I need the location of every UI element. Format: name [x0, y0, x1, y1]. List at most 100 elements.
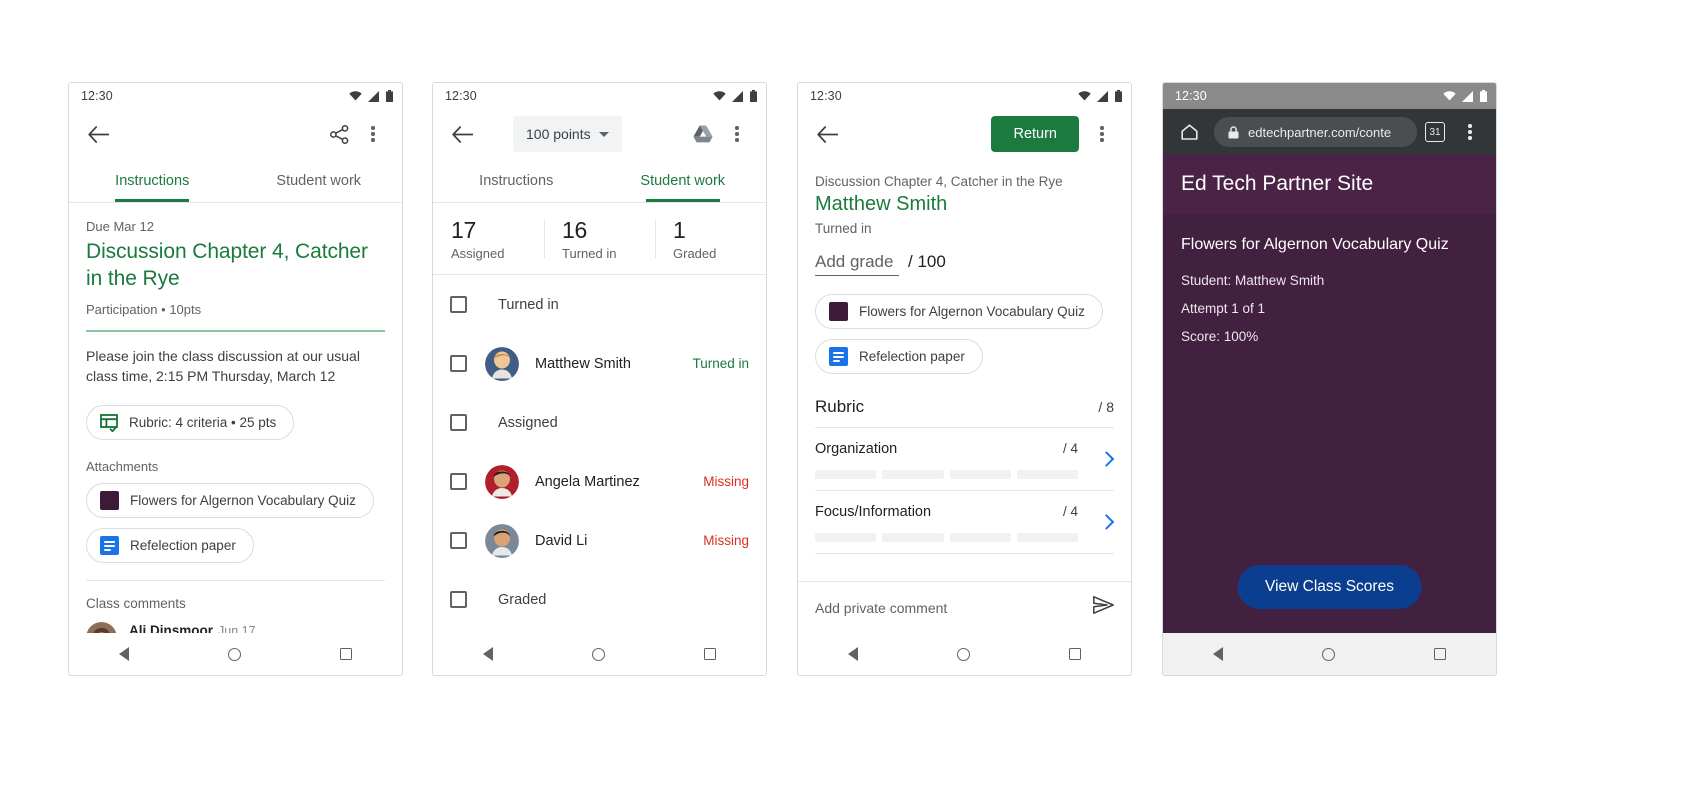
table-row[interactable]: Angela Martinez Missing: [433, 452, 766, 511]
group-row-assigned[interactable]: Assigned: [433, 393, 766, 452]
group-row-turned-in[interactable]: Turned in: [433, 275, 766, 334]
result-student: Student: Matthew Smith: [1181, 273, 1325, 288]
status-icons: [1078, 90, 1122, 102]
android-nav-bar: [1163, 633, 1496, 675]
student-name: Angela Martinez: [535, 473, 640, 490]
rubric-header: Rubric / 8: [815, 397, 1114, 428]
assignment-name: Discussion Chapter 4, Catcher in the Rye: [815, 174, 1063, 189]
send-icon: [1093, 596, 1114, 614]
tab-count-button[interactable]: 31: [1425, 122, 1445, 142]
tab-student-work[interactable]: Student work: [236, 159, 403, 202]
rubric-title: Rubric: [815, 397, 865, 416]
address-bar[interactable]: edtechpartner.com/conte: [1214, 117, 1417, 147]
checkbox[interactable]: [450, 473, 467, 490]
assignment-title: Discussion Chapter 4, Catcher in the Rye: [86, 240, 368, 290]
share-button[interactable]: [322, 117, 356, 151]
nav-recents-icon[interactable]: [340, 648, 353, 660]
student-work-body: 17 Assigned 16 Turned in 1 Graded Turned…: [433, 203, 766, 633]
checkbox[interactable]: [450, 296, 467, 313]
avatar: [485, 523, 519, 558]
criterion-name: Organization: [815, 441, 898, 457]
status-bar: 12:30: [1163, 83, 1496, 109]
chevron-down-icon: [598, 131, 609, 137]
drive-button[interactable]: [686, 117, 720, 151]
checkbox[interactable]: [450, 532, 467, 549]
signal-icon: [732, 90, 743, 102]
view-class-scores-button[interactable]: View Class Scores: [1237, 565, 1422, 609]
nav-back-icon[interactable]: [1212, 647, 1223, 661]
comment-content: Ali DinsmoorJun 17 Don't forget to look …: [129, 622, 338, 633]
attachment-quiz[interactable]: Flowers for Algernon Vocabulary Quiz: [815, 294, 1114, 329]
attachment-label: Flowers for Algernon Vocabulary Quiz: [859, 304, 1085, 319]
avatar-image: [485, 464, 519, 499]
status-badge: Missing: [703, 474, 749, 489]
nav-recents-icon[interactable]: [1434, 648, 1447, 660]
attachments-label: Attachments: [86, 459, 159, 475]
status-badge: Missing: [703, 533, 749, 548]
nav-recents-icon[interactable]: [704, 648, 717, 660]
url-text: edtechpartner.com/conte: [1248, 124, 1392, 140]
attachment-doc[interactable]: Refelection paper: [815, 339, 1114, 374]
more-options-button[interactable]: [356, 117, 390, 151]
nav-back-icon[interactable]: [118, 647, 129, 661]
checkbox[interactable]: [450, 355, 467, 372]
status-bar: 12:30: [69, 83, 402, 109]
criterion-level-bars: [815, 533, 1114, 542]
tab-student-work[interactable]: Student work: [600, 159, 767, 202]
rubric-total: / 8: [1098, 399, 1114, 415]
back-button[interactable]: [445, 117, 479, 151]
private-comment-input[interactable]: Add private comment: [815, 600, 947, 616]
kebab-icon: [371, 126, 375, 142]
return-button[interactable]: Return: [991, 116, 1079, 152]
battery-icon: [1115, 90, 1122, 102]
stat-graded: 1 Graded: [655, 217, 766, 261]
send-button[interactable]: [1093, 596, 1114, 619]
nav-home-icon[interactable]: [227, 647, 241, 661]
phone-instructions: 12:30 Instructions Student work Due Mar …: [68, 82, 403, 676]
stat-label: Graded: [673, 246, 717, 261]
nav-back-icon[interactable]: [482, 647, 493, 661]
rubric-criterion[interactable]: Organization / 4: [815, 428, 1115, 491]
tab-instructions[interactable]: Instructions: [69, 159, 236, 202]
tab-instructions[interactable]: Instructions: [433, 159, 600, 202]
status-bar: 12:30: [433, 83, 766, 109]
home-button[interactable]: [1172, 115, 1206, 149]
screenshot-stage: 12:30 Instructions Student work Due Mar …: [0, 0, 1698, 812]
back-button[interactable]: [810, 117, 844, 151]
attachment-doc[interactable]: Refelection paper: [86, 528, 385, 564]
table-row[interactable]: Matthew Smith Turned in: [433, 334, 766, 393]
google-docs-icon: [829, 347, 848, 366]
nav-back-icon[interactable]: [847, 647, 858, 661]
comment-author-line: Ali Dinsmoor Jun 17: [129, 622, 338, 633]
nav-home-icon[interactable]: [591, 647, 605, 661]
assignment-description: Please join the class discussion at our …: [86, 347, 360, 385]
more-options-button[interactable]: [720, 117, 754, 151]
kebab-icon: [735, 126, 739, 142]
status-icons: [1443, 90, 1487, 102]
nav-home-icon[interactable]: [956, 647, 970, 661]
result-attempt: Attempt 1 of 1: [1181, 301, 1266, 316]
student-name: David Li: [535, 532, 588, 549]
browser-menu-button[interactable]: [1453, 115, 1487, 149]
grade-input[interactable]: Add grade: [815, 252, 899, 276]
rubric-criterion[interactable]: Focus/Information / 4: [815, 491, 1115, 554]
nav-recents-icon[interactable]: [1069, 648, 1082, 660]
page-heading: Flowers for Algernon Vocabulary Quiz: [1181, 236, 1449, 253]
purple-square-icon: [100, 491, 119, 511]
rubric-chip-row: Rubric: 4 criteria • 25 pts: [86, 405, 385, 441]
attachment-chip: Refelection paper: [815, 339, 983, 374]
checkbox[interactable]: [450, 591, 467, 608]
signal-icon: [1462, 90, 1473, 102]
points-selector[interactable]: 100 points: [513, 116, 622, 152]
more-options-button[interactable]: [1085, 117, 1119, 151]
nav-home-icon[interactable]: [1321, 647, 1335, 661]
table-row[interactable]: David Li Missing: [433, 511, 766, 570]
google-drive-icon: [693, 125, 713, 143]
group-row-graded[interactable]: Graded: [433, 570, 766, 629]
wifi-icon: [349, 91, 362, 101]
back-button[interactable]: [81, 117, 115, 151]
rubric-chip[interactable]: Rubric: 4 criteria • 25 pts: [86, 405, 295, 441]
status-time: 12:30: [81, 89, 113, 103]
attachment-quiz[interactable]: Flowers for Algernon Vocabulary Quiz: [86, 483, 385, 519]
checkbox[interactable]: [450, 414, 467, 431]
